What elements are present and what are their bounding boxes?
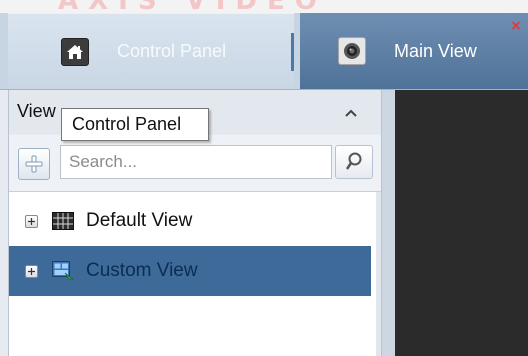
tab-control-panel-label: Control Panel [117,41,227,61]
close-icon[interactable]: × [510,19,522,33]
search-button[interactable] [335,145,373,179]
plus-icon [25,155,43,173]
grid-view-icon [52,211,74,231]
top-strip: AXIS VIDEO [0,0,528,13]
tab-divider [291,33,294,71]
home-icon [61,37,89,66]
tab-control-panel[interactable]: Control Panel [8,13,294,89]
tab-main-view-label: Main View [394,40,477,61]
expand-icon[interactable] [25,264,38,278]
search-input[interactable] [60,145,332,179]
camera-icon [338,37,366,65]
tree-item-label: Custom View [86,260,198,281]
tree-item-default-view[interactable]: Default View [9,196,371,246]
watermark-text: AXIS VIDEO [58,0,327,13]
tab-bar: Control Panel Main View × [0,13,528,90]
main-view-area[interactable] [395,90,528,356]
add-view-button[interactable] [18,148,50,180]
collapse-button[interactable] [342,104,360,122]
panel-splitter[interactable] [382,90,395,356]
expand-icon[interactable] [25,214,38,228]
tree-item-label: Default View [86,210,193,231]
tooltip: Control Panel [61,108,209,141]
chevron-up-icon [345,109,357,117]
panel-title: View [17,101,56,121]
tab-main-view[interactable]: Main View × [300,13,528,89]
custom-view-icon [52,261,74,281]
panel-left-border [8,90,9,356]
tree-item-custom-view[interactable]: Custom View [9,246,371,296]
search-icon [345,152,362,170]
